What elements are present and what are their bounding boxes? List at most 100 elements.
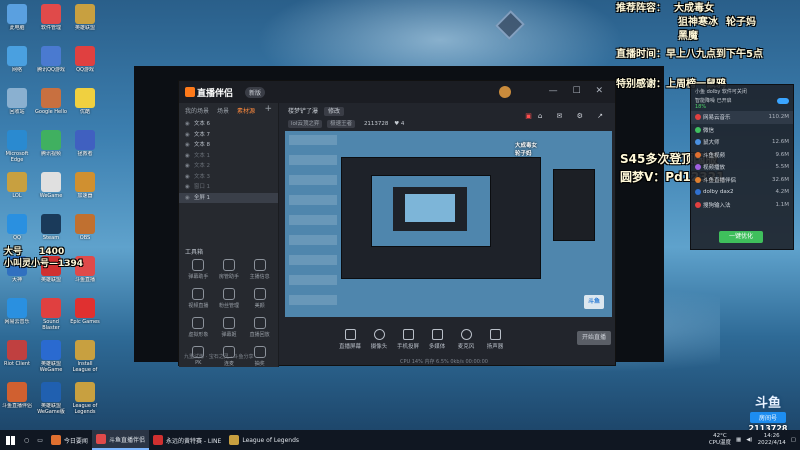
taskbar-app[interactable]: 斗鱼直播伴侣 [91,430,149,450]
desktop-icon[interactable]: 此电脑 [0,2,34,42]
start-button[interactable] [0,430,20,450]
one-key-optimize-button[interactable]: 一键优化 [719,231,763,243]
volume-icon[interactable]: ◀) [746,437,752,443]
source-item[interactable]: ◉ 窗口 1 [179,182,278,193]
room-actions[interactable]: ▣⌂ ✉ ⚙ ↗ [525,112,609,120]
visibility-icon[interactable]: ◉ [185,121,190,127]
source-item[interactable]: ◉ 文本 6 [179,119,278,130]
desktop-icon[interactable]: 英雄联盟 [68,2,102,42]
tool-button[interactable]: 视频直播 [183,288,214,309]
visibility-icon[interactable]: ◉ [185,184,190,190]
desktop-icon[interactable]: 腾讯QQ游戏 [34,44,68,84]
toolbar-icon [431,329,443,340]
source-list: ◉ 文本 6 ◉ 文本 7 ◉ 文本 8 ◉ 文本 1 ◉ 文本 2 ◉ 文本 3 ◉ 窗口 1 ◉ 全屏 1 [179,119,278,203]
source-item[interactable]: ◉ 文本 1 [179,151,278,162]
desktop-icon[interactable]: Microsoft Edge [0,128,34,168]
process-list: 网易云音乐 110.2M 微信 鼠大师 12.6M 斗鱼视频 9.6M 视频播放 5.5M 斗鱼直… [691,111,793,211]
desktop-icon[interactable]: Riot Client [0,338,34,378]
source-item-label: 窗口 1 [193,184,211,190]
desktop-icon[interactable]: 网易云音乐 [0,296,34,336]
process-row[interactable]: 微信 [691,124,793,137]
taskbar-app[interactable]: 永远的黄特赛 - LINE [149,430,225,450]
taskbar-app[interactable]: 今日要闻 [47,430,92,450]
source-item[interactable]: ◉ 文本 2 [179,161,278,172]
tool-button[interactable]: 美颜 [244,288,275,309]
desktop-icon[interactable]: 腾讯视频 [34,128,68,168]
toolbar-button[interactable]: 多媒体 [423,329,451,350]
record-icon[interactable]: ▣ [525,112,538,120]
stream-preview[interactable]: 大成毒女 轮子妈 斗鱼 [285,131,612,317]
tool-button[interactable]: 直播回放 [244,317,275,338]
desktop-icon[interactable]: 优酷 [68,86,102,126]
visibility-icon[interactable]: ◉ [185,142,190,148]
desktop-icon[interactable]: Google Hello [34,86,68,126]
add-source-icon[interactable]: + [264,105,272,117]
visibility-icon[interactable]: ◉ [185,163,190,169]
desktop-icon[interactable]: 拯救者 [68,128,102,168]
process-row[interactable]: 搜狗输入法 1.1M [691,199,793,212]
process-row[interactable]: 斗鱼视频 9.6M [691,149,793,162]
desktop-icon[interactable]: 英雄联盟WeGame [34,338,68,378]
visibility-icon[interactable]: ◉ [185,195,190,201]
source-item-label: 文本 7 [193,131,211,138]
desktop-icon[interactable]: Install League of Legends [68,338,102,378]
toolbar-button[interactable]: 摄像头 [365,329,393,350]
desktop-icon[interactable]: QQ游戏 [68,44,102,84]
subcategory-tag[interactable]: 极速王者 [327,120,356,128]
tool-label: 直播回放 [249,332,270,338]
source-item[interactable]: ◉ 文本 7 [179,130,278,141]
desktop-icon[interactable]: 加速器 [68,170,102,210]
window-controls[interactable]: — ☐ ✕ [549,86,609,96]
title-bar[interactable]: 直播伴侣 新版 — ☐ ✕ [179,81,615,103]
toolbar-button[interactable]: 麦克风 [452,329,480,350]
tool-button[interactable]: 主播信息 [244,259,275,280]
start-live-button[interactable]: 开始直播 [577,331,611,345]
live-companion-window[interactable]: 直播伴侣 新版 — ☐ ✕ 我的场景 场景 素材源 + ◉ 文本 6 ◉ 文本 7 ◉ 文… [178,80,616,367]
visibility-icon[interactable]: ◉ [185,153,190,159]
desktop-icon[interactable]: 回收站 [0,86,34,126]
tool-button[interactable]: 弹幕助手 [183,259,214,280]
tool-button[interactable]: 弹幕姬 [214,317,245,338]
desktop-icon[interactable]: 英雄联盟WeGame版 [34,380,68,420]
tab-my-scenes[interactable]: 我的场景 [185,106,209,117]
taskbar-app[interactable]: League of Legends [225,430,303,450]
tool-button[interactable]: 房管助手 [214,259,245,280]
process-row[interactable]: 网易云音乐 110.2M [691,111,793,124]
source-item[interactable]: ◉ 文本 8 [179,140,278,151]
visibility-icon[interactable]: ◉ [185,174,190,180]
desktop-icon-label: 英雄联盟WeGame [39,361,63,373]
denoise-toggle[interactable] [777,97,789,104]
tab-scenes[interactable]: 场景 [217,106,229,117]
toolbar-button[interactable]: 手机投屏 [394,329,422,350]
edit-title-button[interactable]: 修改 [323,107,344,116]
source-item[interactable]: ◉ 文本 3 [179,172,278,183]
category-tag[interactable]: lol云顶之弈 [288,120,323,128]
avatar[interactable] [499,86,511,98]
network-icon[interactable]: ▦ [736,437,741,443]
notification-icon[interactable]: ▢ [791,437,796,443]
source-item[interactable]: ◉ 全屏 1 [179,192,278,203]
process-row[interactable]: 斗鱼直播伴侣 32.6M [691,174,793,187]
desktop-icon[interactable]: OBS [68,212,102,252]
tool-button[interactable]: 粉丝管理 [214,288,245,309]
visibility-icon[interactable]: ◉ [185,132,190,138]
toolbar-button[interactable]: 扬声器 [481,329,509,350]
tab-sources[interactable]: 素材源 [237,106,255,117]
process-row[interactable]: 视频播放 5.5M [691,161,793,174]
desktop-icon[interactable]: WeGame [34,170,68,210]
toolbar-button[interactable]: 直播屏幕 [336,329,364,350]
process-row[interactable]: 鼠大师 12.6M [691,136,793,149]
desktop-icon[interactable]: 软件管理 [34,2,68,42]
desktop-icon[interactable]: 网络 [0,44,34,84]
search-button[interactable]: ○ [20,430,33,450]
app-icon [7,340,27,360]
desktop-icon[interactable]: LOL [0,170,34,210]
desktop-icon[interactable]: League of Legends [68,380,102,420]
task-view-button[interactable]: ▭ [33,430,47,450]
process-row[interactable]: dolby dax2 4.2M [691,186,793,199]
tool-button[interactable]: 虚拟形象 [183,317,214,338]
clock[interactable]: 14:26 2022/4/14 [758,433,786,447]
desktop-icon[interactable]: 斗鱼直播伴侣 [0,380,34,420]
desktop-icon[interactable]: Sound Blaster [34,296,68,336]
desktop-icon[interactable]: Epic Games [68,296,102,336]
